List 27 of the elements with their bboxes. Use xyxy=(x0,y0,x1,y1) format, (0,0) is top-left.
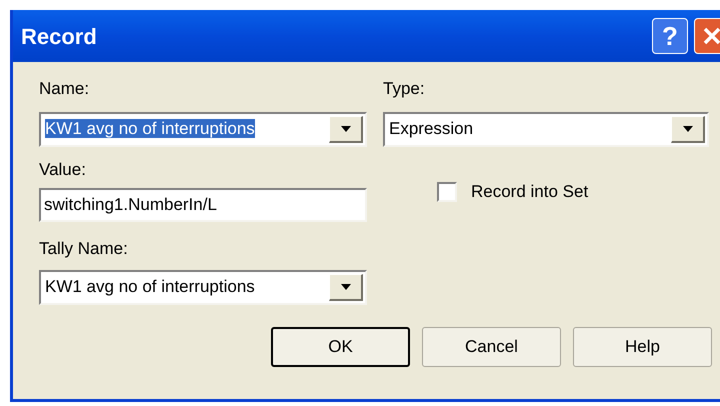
field-value: KW1 avg no of interruptions xyxy=(45,119,255,138)
field-value: Expression xyxy=(389,119,474,138)
input-value: switching1.NumberIn/L xyxy=(44,194,217,216)
caret-icon xyxy=(340,284,350,290)
dialog-button[interactable]: OK xyxy=(271,326,410,366)
dropdown-field[interactable]: KW1 avg no of interruptions xyxy=(39,112,367,146)
help-button[interactable]: ? xyxy=(652,18,688,54)
dropdown-button[interactable] xyxy=(329,116,363,142)
dropdown-button[interactable] xyxy=(329,274,363,300)
dropdown-button[interactable] xyxy=(671,116,705,142)
field-label: Tally Name: xyxy=(39,238,129,260)
caret-icon xyxy=(340,126,350,132)
checkbox-label: Record into Set xyxy=(471,180,588,203)
checkbox[interactable] xyxy=(437,182,457,202)
dropdown-field[interactable]: KW1 avg no of interruptions xyxy=(39,270,367,304)
dropdown-field[interactable]: Expression xyxy=(383,112,709,146)
value-input[interactable]: switching1.NumberIn/L xyxy=(39,188,367,222)
close-button[interactable] xyxy=(694,18,720,54)
field-value: KW1 avg no of interruptions xyxy=(45,277,255,296)
field-label: Name: xyxy=(39,78,90,100)
field-label: Type: xyxy=(383,78,426,100)
close-icon xyxy=(702,26,720,46)
field-label: Value: xyxy=(39,158,87,180)
dialog-button[interactable]: Cancel xyxy=(422,326,561,366)
caret-icon xyxy=(682,126,692,132)
window-title: Record xyxy=(21,22,98,50)
dialog-button[interactable]: Help xyxy=(573,326,712,366)
